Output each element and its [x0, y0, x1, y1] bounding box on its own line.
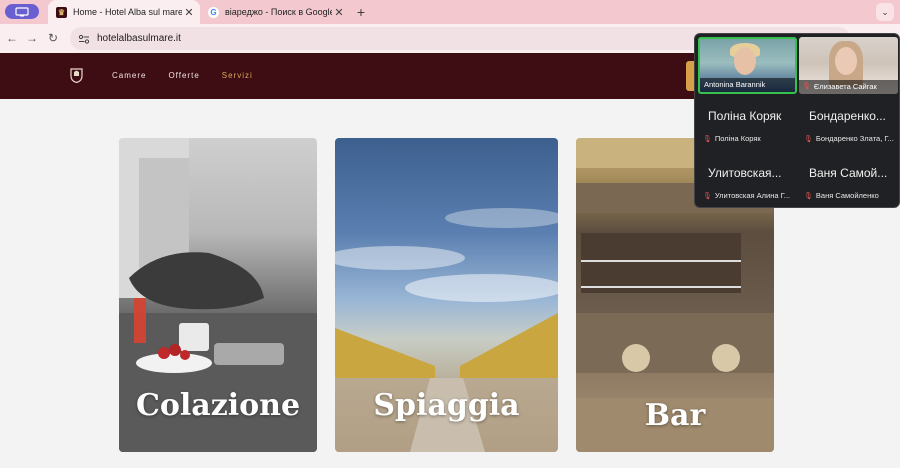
- monitor-icon: [15, 6, 29, 16]
- mic-off-icon: 🎙︎: [804, 135, 813, 143]
- mic-off-icon: 🎙︎: [703, 192, 712, 200]
- nav-offerte[interactable]: Offerte: [168, 71, 199, 80]
- participant-name: Єлизавета Сайгак: [813, 82, 877, 91]
- nav-camere[interactable]: Camere: [112, 71, 146, 80]
- card-spiaggia[interactable]: Spiaggia: [335, 138, 558, 452]
- participant-name: Бондаренко Злата, Г...: [815, 134, 894, 143]
- participant-name-label: Antonina Barannik: [700, 78, 795, 92]
- participant-name-label: 🎙︎ Бондаренко Злата, Г...: [804, 134, 894, 143]
- forward-button[interactable]: →: [24, 30, 40, 46]
- tab-title: Home - Hotel Alba sul mare: [73, 7, 182, 17]
- new-tab-button[interactable]: +: [352, 3, 370, 21]
- card-title: Spiaggia: [373, 388, 520, 423]
- hotel-crest-icon: ♛: [56, 6, 67, 18]
- participant-tile[interactable]: Поліна Коряк 🎙︎ Поліна Коряк: [698, 97, 797, 152]
- hotel-crest-logo[interactable]: [70, 67, 83, 83]
- google-icon: G: [208, 6, 219, 18]
- card-title: Colazione: [135, 388, 301, 423]
- tab-hotel[interactable]: ♛ Home - Hotel Alba sul mare ✕: [48, 0, 200, 24]
- reload-button[interactable]: ↻: [45, 30, 61, 46]
- participant-tile[interactable]: Ваня Самой... 🎙︎ Ваня Самойленко: [799, 154, 898, 209]
- close-tab-icon[interactable]: ✕: [332, 6, 346, 19]
- url-text: hotelalbasulmare.it: [97, 33, 181, 44]
- tab-search-button[interactable]: ⌄: [876, 3, 894, 21]
- participant-video-tile[interactable]: 🎙︎ Єлизавета Сайгак: [799, 37, 898, 94]
- participant-name: Antonina Barannik: [704, 80, 766, 89]
- mic-off-icon: 🎙︎: [802, 83, 811, 90]
- participant-display-name: Бондаренко...: [809, 109, 886, 123]
- nav-servizi[interactable]: Servizi: [222, 71, 253, 80]
- participant-name: Ваня Самойленко: [815, 191, 879, 200]
- participant-tile[interactable]: Бондаренко... 🎙︎ Бондаренко Злата, Г...: [799, 97, 898, 152]
- screen-share-icon[interactable]: [5, 4, 39, 19]
- card-title: Bar: [644, 398, 706, 433]
- participant-name-label: 🎙︎ Улитовская Алина Г...: [703, 191, 790, 200]
- card-colazione[interactable]: Colazione: [119, 138, 317, 452]
- participant-name-label: 🎙︎ Єлизавета Сайгак: [799, 80, 898, 94]
- participant-display-name: Поліна Коряк: [708, 109, 782, 123]
- participant-face: [734, 47, 756, 75]
- site-nav: Camere Offerte Servizi: [112, 71, 253, 80]
- mic-off-icon: 🎙︎: [703, 135, 712, 143]
- tab-google-search[interactable]: G віареджо - Поиск в Google ✕: [200, 0, 350, 24]
- participant-name: Улитовская Алина Г...: [714, 191, 791, 200]
- participant-display-name: Улитовская...: [708, 166, 782, 180]
- participant-face: [835, 47, 857, 75]
- back-button[interactable]: ←: [4, 30, 20, 46]
- close-tab-icon[interactable]: ✕: [182, 6, 196, 19]
- mic-off-icon: 🎙︎: [804, 192, 813, 200]
- site-settings-icon[interactable]: [78, 33, 90, 45]
- tab-strip: ♛ Home - Hotel Alba sul mare ✕ G віаредж…: [0, 0, 900, 24]
- participant-display-name: Ваня Самой...: [809, 166, 888, 180]
- participant-name-label: 🎙︎ Поліна Коряк: [703, 134, 761, 143]
- participant-tile[interactable]: Улитовская... 🎙︎ Улитовская Алина Г...: [698, 154, 797, 209]
- participant-video-tile[interactable]: Antonina Barannik: [698, 37, 797, 94]
- meeting-overlay[interactable]: Antonina Barannik 🎙︎ Єлизавета Сайгак По…: [694, 33, 900, 208]
- tab-title: віареджо - Поиск в Google: [225, 7, 332, 17]
- participant-name-label: 🎙︎ Ваня Самойленко: [804, 191, 879, 200]
- participant-name: Поліна Коряк: [714, 134, 761, 143]
